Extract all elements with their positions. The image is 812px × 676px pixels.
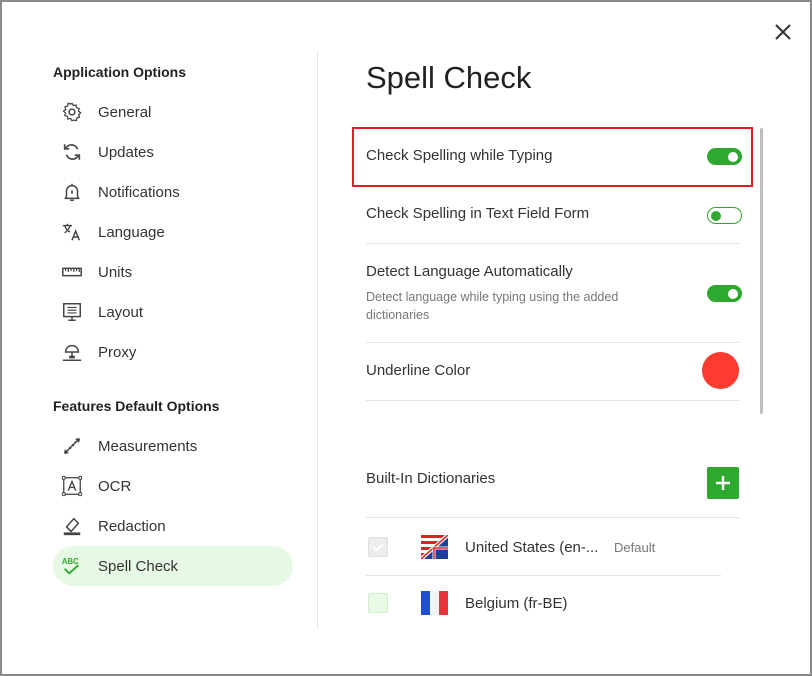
page-title: Spell Check (366, 60, 532, 95)
plus-icon (716, 476, 730, 490)
sidebar-item-general[interactable]: General (53, 92, 293, 132)
sidebar-item-language[interactable]: Language (53, 212, 293, 252)
setting-detect-language: Detect Language Automatically Detect lan… (366, 244, 742, 343)
sidebar-item-measurements[interactable]: Measurements (53, 426, 293, 466)
built-in-dictionaries-header: Built-In Dictionaries (366, 452, 740, 518)
bell-icon (60, 180, 84, 204)
dictionary-name: Belgium (fr-BE) (465, 595, 568, 612)
scrollbar[interactable] (760, 128, 763, 414)
sidebar-item-ocr[interactable]: OCR (53, 466, 293, 506)
ocr-icon (60, 474, 84, 498)
highlight-box (352, 127, 753, 187)
sidebar-item-label: OCR (98, 477, 132, 495)
dictionary-row-fr-be: Belgium (fr-BE) (366, 576, 721, 632)
gear-icon (60, 100, 84, 124)
sidebar-item-notifications[interactable]: Notifications (53, 172, 293, 212)
sidebar-item-label: Measurements (98, 437, 198, 455)
sidebar-item-label: Language (98, 223, 165, 241)
svg-text:ABC: ABC (62, 557, 79, 566)
setting-label: Check Spelling in Text Field Form (366, 205, 590, 222)
sidebar-item-spell-check[interactable]: ABC Spell Check (53, 546, 293, 586)
setting-label: Underline Color (366, 362, 471, 379)
detect-language-toggle[interactable] (707, 285, 742, 302)
toggle-knob (728, 288, 738, 299)
setting-label: Detect Language Automatically (366, 263, 573, 280)
sidebar: Application Options General Updates Noti… (2, 2, 318, 674)
dictionary-name: United States (en-... (465, 539, 599, 556)
setting-description: Detect language while typing using the a… (366, 290, 619, 322)
add-dictionary-button[interactable] (707, 467, 739, 499)
sidebar-item-label: Layout (98, 303, 144, 321)
measure-icon (60, 434, 84, 458)
sidebar-item-label: Proxy (98, 343, 137, 361)
sidebar-item-updates[interactable]: Updates (53, 132, 293, 172)
close-button[interactable] (772, 21, 794, 43)
sidebar-item-proxy[interactable]: Proxy (53, 332, 293, 372)
sidebar-item-layout[interactable]: Layout (53, 292, 293, 332)
underline-color-swatch[interactable] (702, 352, 739, 389)
toggle-knob (711, 210, 721, 221)
network-icon (60, 340, 84, 364)
eraser-icon (60, 514, 84, 538)
dictionary-checkbox[interactable] (368, 593, 388, 613)
ruler-icon (60, 260, 84, 284)
default-badge: Default (614, 540, 656, 555)
check-spelling-forms-toggle[interactable] (707, 207, 742, 224)
sidebar-item-label: Updates (98, 143, 154, 161)
refresh-icon (60, 140, 84, 164)
translate-icon (60, 220, 84, 244)
sidebar-item-label: General (98, 103, 152, 121)
sidebar-item-units[interactable]: Units (53, 252, 293, 292)
layout-icon (60, 300, 84, 324)
settings-dialog: Application Options General Updates Noti… (0, 0, 812, 676)
sidebar-item-label: Spell Check (98, 557, 179, 575)
sidebar-item-label: Units (98, 263, 133, 281)
sidebar-item-label: Notifications (98, 183, 180, 201)
setting-check-spelling-forms: Check Spelling in Text Field Form (366, 186, 742, 244)
sidebar-item-label: Redaction (98, 517, 166, 535)
sidebar-divider (317, 52, 318, 628)
application-options-title: Application Options (53, 64, 186, 80)
france-flag-icon (421, 591, 448, 615)
dictionary-checkbox[interactable] (368, 537, 388, 557)
sidebar-item-redaction[interactable]: Redaction (53, 506, 293, 546)
features-options-title: Features Default Options (53, 398, 220, 414)
us-uk-flag-icon (421, 535, 448, 559)
spellcheck-icon: ABC (60, 554, 84, 578)
setting-underline-color: Underline Color (366, 343, 740, 401)
dictionaries-title: Built-In Dictionaries (366, 470, 496, 487)
close-icon (775, 24, 791, 40)
dictionary-row-en-us: United States (en-... Default (366, 520, 721, 576)
